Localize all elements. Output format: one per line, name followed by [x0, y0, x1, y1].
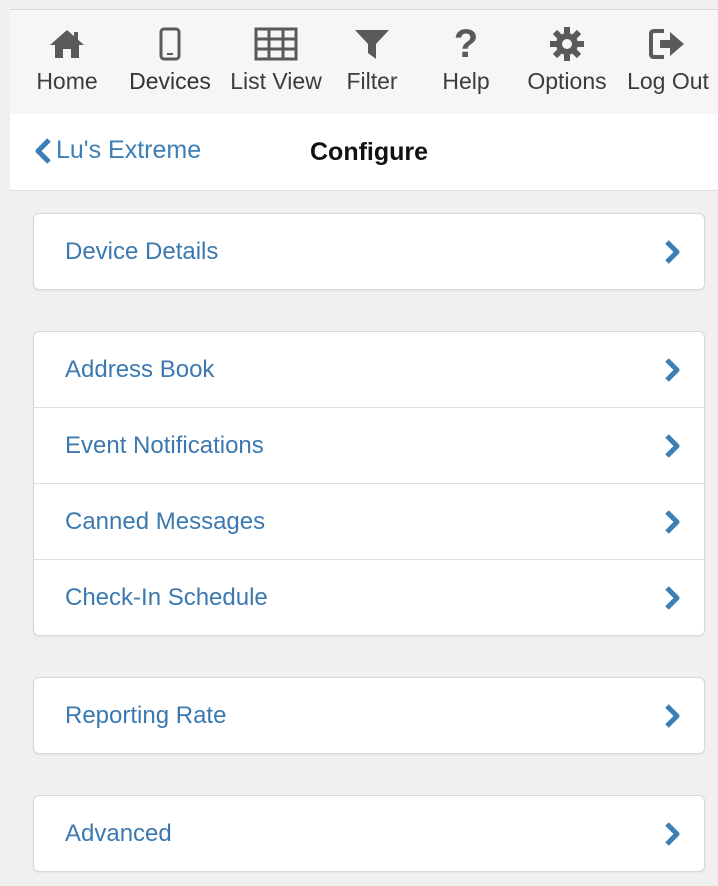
nav-list-view-label: List View — [230, 68, 322, 94]
menu-item-device-details[interactable]: Device Details — [34, 214, 704, 289]
filter-icon — [336, 20, 408, 68]
question-icon: ? — [453, 22, 479, 66]
top-nav-bar: Home Devices List View Filter ? Help Opt… — [10, 9, 718, 121]
nav-log-out[interactable]: Log Out — [622, 20, 714, 94]
gear-icon — [522, 20, 612, 68]
menu-item-label: Advanced — [65, 819, 172, 847]
chevron-right-icon — [665, 510, 680, 534]
menu-item-label: Reporting Rate — [65, 701, 227, 729]
back-label: Lu's Extreme — [56, 136, 202, 164]
menu-item-label: Event Notifications — [65, 431, 264, 459]
nav-list-view[interactable]: List View — [224, 20, 328, 94]
nav-help-label: Help — [442, 68, 490, 94]
page-title: Configure — [310, 138, 429, 166]
chevron-right-icon — [665, 822, 680, 846]
menu-item-label: Check-In Schedule — [65, 583, 268, 611]
chevron-right-icon — [665, 586, 680, 610]
nav-devices[interactable]: Devices — [125, 20, 215, 121]
menu-item-canned-messages[interactable]: Canned Messages — [34, 483, 704, 559]
chevron-left-icon — [35, 137, 51, 164]
chevron-right-icon — [665, 358, 680, 382]
nav-options[interactable]: Options — [522, 20, 612, 94]
menu-item-label: Address Book — [65, 355, 215, 383]
menu-item-advanced[interactable]: Advanced — [34, 796, 704, 871]
menu-item-event-notifications[interactable]: Event Notifications — [34, 407, 704, 483]
chevron-right-icon — [665, 434, 680, 458]
nav-home-label: Home — [36, 68, 98, 94]
nav-filter[interactable]: Filter — [336, 20, 408, 94]
menu-item-check-in-schedule[interactable]: Check-In Schedule — [34, 559, 704, 635]
menu-item-label: Canned Messages — [65, 507, 266, 535]
nav-log-out-label: Log Out — [627, 68, 709, 94]
settings-group-communication: Address Book Event Notifications Canned … — [33, 331, 705, 636]
nav-help[interactable]: ? Help — [436, 20, 496, 94]
menu-item-label: Device Details — [65, 237, 219, 265]
chevron-right-icon — [665, 704, 680, 728]
settings-group-reporting: Reporting Rate — [33, 677, 705, 754]
nav-devices-label: Devices — [129, 68, 211, 94]
home-icon — [32, 20, 102, 68]
menu-item-reporting-rate[interactable]: Reporting Rate — [34, 678, 704, 753]
nav-filter-label: Filter — [346, 68, 398, 94]
device-icon — [125, 20, 215, 68]
settings-group-advanced: Advanced — [33, 795, 705, 872]
chevron-right-icon — [665, 240, 680, 264]
settings-group-device: Device Details — [33, 213, 705, 290]
back-button[interactable]: Lu's Extreme — [34, 136, 201, 165]
page-header: Lu's Extreme Configure — [10, 114, 718, 191]
grid-icon — [224, 20, 328, 68]
logout-icon — [622, 20, 714, 68]
nav-home[interactable]: Home — [32, 20, 102, 94]
menu-item-address-book[interactable]: Address Book — [34, 332, 704, 407]
nav-options-label: Options — [527, 68, 607, 94]
